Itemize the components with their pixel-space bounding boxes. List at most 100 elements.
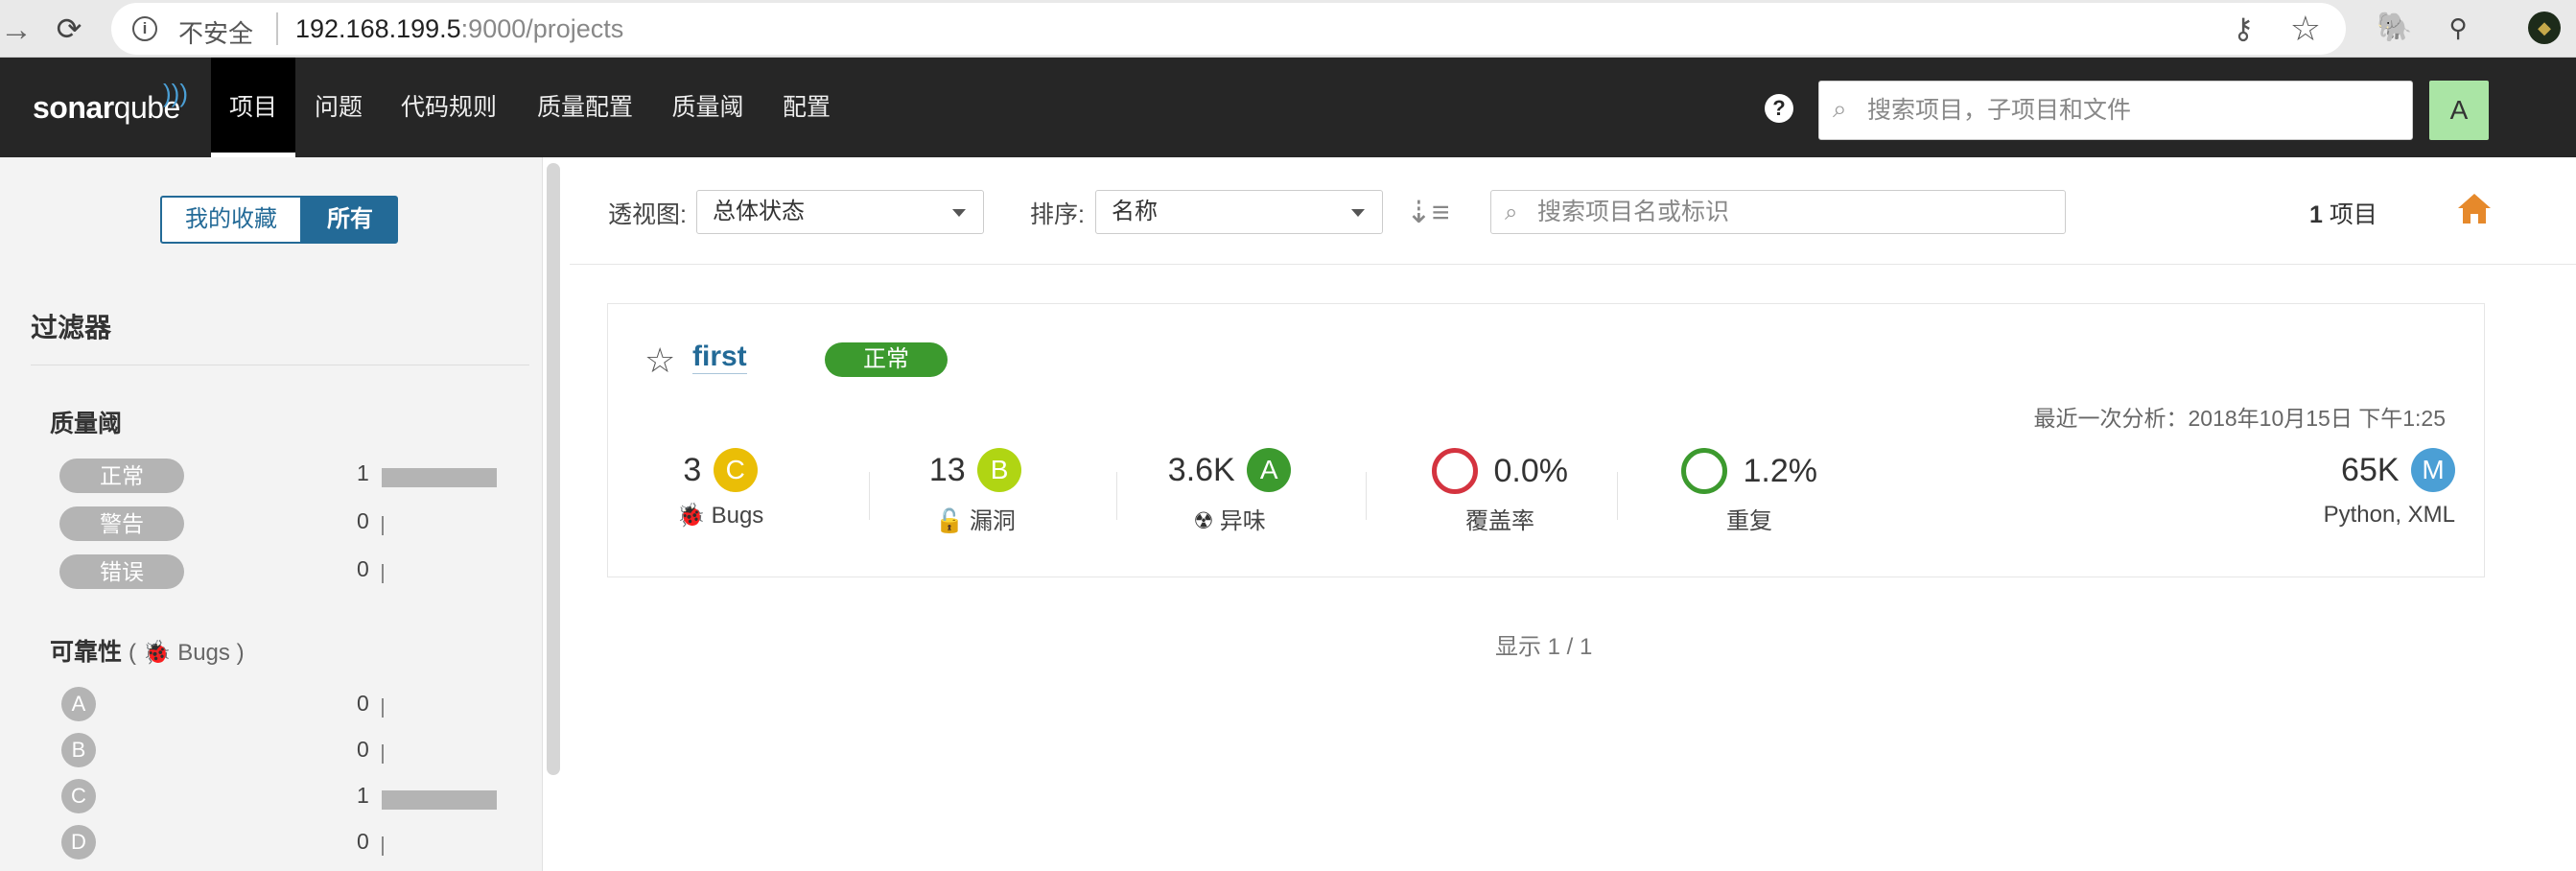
facet-count: 0: [357, 691, 369, 716]
url-path: :9000/projects: [460, 14, 624, 43]
pagination-info: 显示 1 / 1: [1495, 634, 1593, 660]
facet-row-qg-error[interactable]: 错误 0: [59, 551, 501, 589]
bugs-label: Bugs: [711, 503, 764, 529]
facet-bar: [382, 516, 384, 535]
duplications-value: 1.2%: [1743, 452, 1817, 489]
facet-bar: [382, 564, 384, 583]
reliability-facet-title: 可靠性 ( 🐞 Bugs ): [50, 633, 245, 668]
nav-rules[interactable]: 代码规则: [393, 58, 504, 157]
address-bar[interactable]: i 不安全 192.168.199.5:9000/projects ⚷ ☆: [111, 3, 2346, 55]
home-icon[interactable]: [2455, 190, 2494, 228]
search-icon: ⌕: [1833, 94, 1847, 123]
key-icon[interactable]: ⚷: [2233, 12, 2254, 46]
facet-count: 0: [357, 508, 369, 533]
toggle-favorites-button[interactable]: 我的收藏: [160, 196, 302, 244]
code-smells-value: 3.6K: [1167, 451, 1235, 488]
chevron-down-icon: [952, 209, 966, 217]
toggle-all-button[interactable]: 所有: [302, 196, 398, 244]
reliability-subtitle: ( 🐞 Bugs ): [128, 640, 245, 666]
facet-bar: [382, 468, 497, 487]
rating-d-badge: D: [61, 825, 96, 859]
info-icon[interactable]: i: [132, 16, 157, 41]
quality-gate-facet-title: 质量阈: [50, 411, 123, 437]
measure-coverage[interactable]: 0.0% 覆盖率: [1404, 448, 1596, 544]
global-search[interactable]: ⌕: [1818, 81, 2413, 140]
sonarqube-logo[interactable]: sonarqube: [33, 90, 180, 126]
measure-code-smells[interactable]: 3.6K A ☢ 异味: [1153, 448, 1306, 544]
measure-coverage-top: 0.0%: [1404, 448, 1596, 496]
radiation-icon: ☢: [1193, 508, 1214, 534]
logo-waves-icon: ))): [163, 79, 188, 107]
nav-projects[interactable]: 项目: [211, 58, 295, 157]
bug-icon: 🐞: [142, 640, 172, 666]
facet-row-qg-ok[interactable]: 正常 1: [59, 455, 501, 493]
coverage-donut-icon: [1432, 448, 1479, 494]
nav-administration[interactable]: 配置: [773, 58, 840, 157]
vulnerabilities-label: 漏洞: [969, 508, 1016, 534]
sort-select[interactable]: 名称: [1095, 190, 1383, 234]
sort-value: 名称: [1112, 199, 1158, 224]
project-count-unit: 项目: [2329, 201, 2377, 228]
quality-gate-status-badge: 正常: [825, 342, 948, 377]
reload-icon[interactable]: ⟳: [50, 10, 88, 48]
sort-order-icon[interactable]: ⇣≡: [1406, 194, 1449, 230]
forward-arrow-icon[interactable]: →: [0, 12, 33, 49]
facet-row-rating-a[interactable]: A 0: [59, 685, 501, 723]
qg-ok-pill: 正常: [59, 459, 184, 493]
rating-b-badge: B: [61, 733, 96, 767]
help-icon[interactable]: ?: [1765, 94, 1793, 123]
vulnerabilities-label-row: 🔓 漏洞: [913, 502, 1038, 535]
divider: [869, 472, 870, 520]
url-text[interactable]: 192.168.199.5:9000/projects: [295, 14, 623, 44]
measure-duplications[interactable]: 1.2% 重复: [1653, 448, 1845, 544]
bugs-label-row: 🐞 Bugs: [658, 502, 783, 530]
filters-title: 过滤器: [31, 313, 112, 342]
global-navigation: sonarqube ))) 项目 问题 代码规则 质量配置 质量阈 配置 ? ⌕…: [0, 58, 2576, 157]
facet-bar: [382, 744, 384, 764]
filters-sidebar: 我的收藏 所有 过滤器 质量阈 正常 1 警告 0 错误 0 可靠性 ( 🐞 B…: [0, 157, 543, 871]
facet-row-rating-c[interactable]: C 1: [59, 777, 501, 815]
bugs-rating-badge: C: [713, 448, 758, 492]
profile-avatar-icon[interactable]: ◆: [2528, 12, 2561, 44]
code-smells-rating-badge: A: [1247, 448, 1292, 492]
perspective-value: 总体状态: [713, 199, 805, 224]
duplications-label: 重复: [1726, 508, 1772, 534]
user-avatar[interactable]: A: [2429, 81, 2489, 140]
chevron-down-icon: [1351, 209, 1365, 217]
project-search[interactable]: ⌕: [1490, 190, 2066, 234]
nav-quality-gates[interactable]: 质量阈: [666, 58, 750, 157]
divider: [1617, 472, 1618, 520]
measure-bugs[interactable]: 3 C 🐞 Bugs: [658, 448, 783, 544]
facet-row-rating-d[interactable]: D 0: [59, 823, 501, 861]
sidebar-scrollbar[interactable]: [547, 163, 560, 775]
bookmark-star-icon[interactable]: ☆: [2290, 9, 2321, 49]
code-smells-label: 异味: [1219, 508, 1266, 534]
global-search-input[interactable]: [1867, 82, 2404, 139]
measure-duplications-top: 1.2%: [1653, 448, 1845, 496]
favorite-star-icon[interactable]: ☆: [644, 341, 675, 381]
project-name-link[interactable]: first: [692, 341, 747, 374]
project-search-input[interactable]: [1537, 191, 2055, 233]
coverage-value: 0.0%: [1493, 452, 1568, 489]
measure-code-smells-top: 3.6K A: [1153, 448, 1306, 496]
facet-bar: [382, 698, 384, 718]
nav-quality-profiles[interactable]: 质量配置: [529, 58, 641, 157]
reliability-subtitle-text: Bugs: [177, 640, 230, 666]
measure-size[interactable]: 65K M Python, XML: [2273, 448, 2455, 544]
evernote-extension-icon[interactable]: 🐘: [2377, 12, 2412, 44]
vulnerabilities-value: 13: [928, 451, 966, 488]
facet-count: 0: [357, 737, 369, 762]
pin-extension-icon[interactable]: ⚲: [2442, 12, 2474, 44]
measure-vulnerabilities-top: 13 B: [913, 448, 1038, 496]
divider: [1366, 472, 1367, 520]
favorites-toggle: 我的收藏 所有: [160, 196, 398, 244]
facet-row-qg-warn[interactable]: 警告 0: [59, 503, 501, 541]
nav-issues[interactable]: 问题: [305, 58, 372, 157]
project-count: 1 项目: [2309, 196, 2377, 230]
browser-toolbar: → ⟳ i 不安全 192.168.199.5:9000/projects ⚷ …: [0, 0, 2576, 58]
perspective-select[interactable]: 总体状态: [696, 190, 984, 234]
facet-row-rating-b[interactable]: B 0: [59, 731, 501, 769]
bug-icon: 🐞: [676, 503, 706, 529]
measure-vulnerabilities[interactable]: 13 B 🔓 漏洞: [913, 448, 1038, 544]
facet-count: 1: [357, 783, 369, 808]
